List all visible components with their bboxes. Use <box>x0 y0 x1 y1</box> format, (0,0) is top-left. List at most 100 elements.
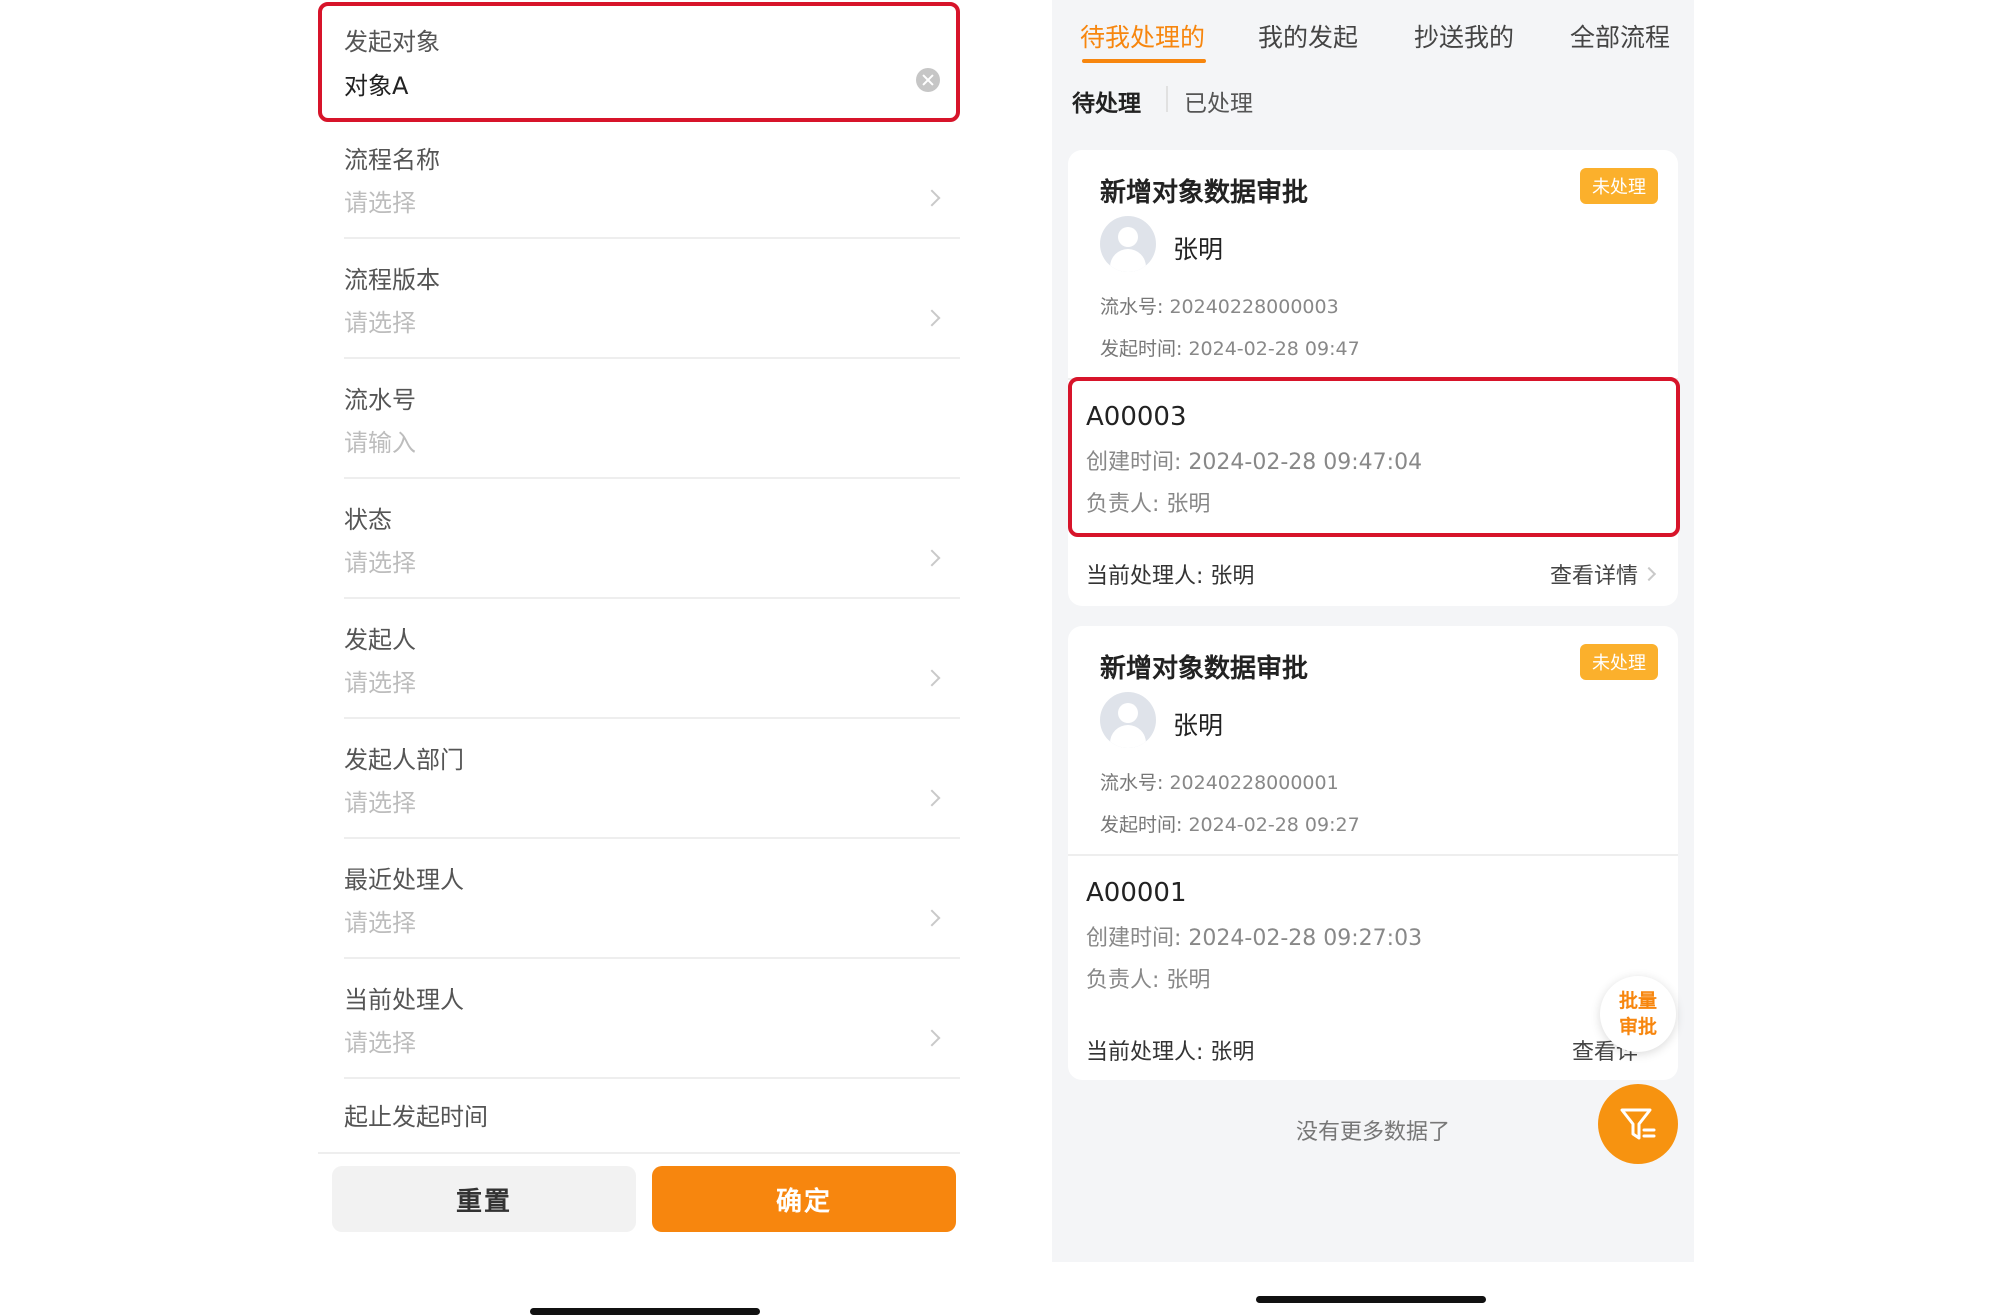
avatar-head <box>1118 703 1138 723</box>
created-label: 创建时间: <box>1086 926 1182 951</box>
divider <box>344 717 960 719</box>
field-process-version[interactable]: 流程版本 请选择 <box>318 240 960 360</box>
field-serial-number[interactable]: 流水号 请输入 <box>318 360 960 480</box>
reset-button[interactable]: 重置 <box>332 1166 636 1232</box>
field-process-name[interactable]: 流程名称 请选择 <box>318 120 960 240</box>
owner-row: 负责人: 张明 <box>1086 962 1210 994</box>
handler-row: 当前处理人: 张明 <box>1086 558 1254 590</box>
tab-bar: 待我处理的 我的发起 抄送我的 全部流程 <box>1052 0 1694 66</box>
status-badge: 未处理 <box>1580 644 1658 680</box>
field-placeholder: 请选择 <box>344 669 416 697</box>
field-label: 状态 <box>344 506 392 534</box>
created-value: 2024-02-28 09:27:03 <box>1188 926 1423 951</box>
field-placeholder: 请选择 <box>344 1029 416 1057</box>
handler-label: 当前处理人: <box>1086 564 1204 589</box>
batch-approve-line2: 审批 <box>1618 1016 1657 1038</box>
field-initiator-dept[interactable]: 发起人部门 请选择 <box>318 720 960 840</box>
divider <box>344 957 960 959</box>
divider <box>318 1152 960 1154</box>
subtab-pending[interactable]: 待处理 <box>1072 84 1141 118</box>
object-code: A00001 <box>1086 878 1187 908</box>
field-label: 当前处理人 <box>344 986 464 1014</box>
filter-panel: 发起对象 对象A 流程名称 请选择 流程版本 请选择 流水号 请输入 状态 请选… <box>318 0 960 1315</box>
filter-button[interactable] <box>1598 1084 1678 1164</box>
avatar-head <box>1118 227 1138 247</box>
serial-value: 20240228000001 <box>1169 772 1339 794</box>
divider <box>344 1077 960 1079</box>
avatar-body <box>1110 249 1146 272</box>
chevron-right-icon <box>923 309 941 327</box>
avatar <box>1100 216 1156 272</box>
start-time-value: 2024-02-28 09:47 <box>1188 338 1360 360</box>
field-placeholder: 请选择 <box>344 909 416 937</box>
handler-value: 张明 <box>1210 564 1255 589</box>
serial-number-input[interactable]: 请输入 <box>344 423 416 458</box>
tab-pending-for-me[interactable]: 待我处理的 <box>1080 18 1205 54</box>
home-indicator <box>1256 1296 1486 1303</box>
divider <box>344 837 960 839</box>
initiator-object-label: 发起对象 <box>344 28 440 56</box>
field-label: 流程名称 <box>344 146 440 174</box>
divider <box>1068 854 1678 856</box>
tab-all-processes[interactable]: 全部流程 <box>1570 18 1670 54</box>
field-label: 流水号 <box>344 386 416 414</box>
time-range-label[interactable]: 起止发起时间 <box>344 1097 488 1132</box>
chevron-right-icon <box>923 1029 941 1047</box>
initiator-object-highlight <box>318 2 960 122</box>
divider <box>344 477 960 479</box>
chevron-right-icon <box>923 189 941 207</box>
process-card[interactable]: 新增对象数据审批 未处理 张明 流水号: 20240228000001 发起时间… <box>1068 626 1678 1080</box>
handler-value: 张明 <box>1210 1040 1255 1065</box>
divider <box>344 357 960 359</box>
field-initiator[interactable]: 发起人 请选择 <box>318 600 960 720</box>
handler-label: 当前处理人: <box>1086 1040 1204 1065</box>
start-time-label: 发起时间: <box>1100 814 1183 836</box>
view-detail-link[interactable]: 查看详情 <box>1550 558 1638 590</box>
initiator-name: 张明 <box>1173 711 1224 740</box>
start-time-row: 发起时间: 2024-02-28 09:47 <box>1100 334 1360 361</box>
chevron-right-icon <box>1641 566 1657 582</box>
subtab-processed[interactable]: 已处理 <box>1184 84 1253 118</box>
tab-my-initiated[interactable]: 我的发起 <box>1258 18 1358 54</box>
start-time-value: 2024-02-28 09:27 <box>1188 814 1360 836</box>
confirm-button[interactable]: 确定 <box>652 1166 956 1232</box>
owner-label: 负责人: <box>1086 968 1160 993</box>
field-recent-handler[interactable]: 最近处理人 请选择 <box>318 840 960 960</box>
start-time-row: 发起时间: 2024-02-28 09:27 <box>1100 810 1360 837</box>
subtab-separator <box>1166 86 1168 112</box>
avatar <box>1100 692 1156 748</box>
field-label: 最近处理人 <box>344 866 464 894</box>
tab-cc-to-me[interactable]: 抄送我的 <box>1414 18 1514 54</box>
initiator-object-input[interactable]: 对象A <box>344 66 408 101</box>
card-title: 新增对象数据审批 <box>1100 178 1309 208</box>
active-tab-underline <box>1082 59 1206 63</box>
field-current-handler[interactable]: 当前处理人 请选择 <box>318 960 960 1080</box>
field-placeholder: 请选择 <box>344 189 416 217</box>
field-placeholder: 请选择 <box>344 309 416 337</box>
card-title: 新增对象数据审批 <box>1100 654 1309 684</box>
serial-row: 流水号: 20240228000001 <box>1100 768 1339 795</box>
clear-icon[interactable] <box>916 68 940 92</box>
created-row: 创建时间: 2024-02-28 09:27:03 <box>1086 920 1422 952</box>
field-label: 流程版本 <box>344 266 440 294</box>
batch-approve-line1: 批量 <box>1618 990 1657 1012</box>
batch-approve-button[interactable]: 批量 审批 <box>1600 976 1676 1052</box>
avatar-body <box>1110 725 1146 748</box>
chevron-right-icon <box>923 669 941 687</box>
field-placeholder: 请选择 <box>344 549 416 577</box>
field-label: 发起人部门 <box>344 746 464 774</box>
chevron-right-icon <box>923 789 941 807</box>
serial-label: 流水号: <box>1100 772 1164 794</box>
process-list-panel: 待我处理的 我的发起 抄送我的 全部流程 待处理 已处理 新增对象数据审批 未处… <box>1052 0 1694 1262</box>
initiator-name: 张明 <box>1173 235 1224 264</box>
divider <box>344 597 960 599</box>
start-time-label: 发起时间: <box>1100 338 1183 360</box>
field-status[interactable]: 状态 请选择 <box>318 480 960 600</box>
field-label: 发起人 <box>344 626 416 654</box>
chevron-right-icon <box>923 549 941 567</box>
owner-value: 张明 <box>1166 968 1211 993</box>
object-info-highlight <box>1068 377 1680 537</box>
status-badge: 未处理 <box>1580 168 1658 204</box>
filter-icon <box>1620 1108 1656 1140</box>
handler-row: 当前处理人: 张明 <box>1086 1034 1254 1066</box>
